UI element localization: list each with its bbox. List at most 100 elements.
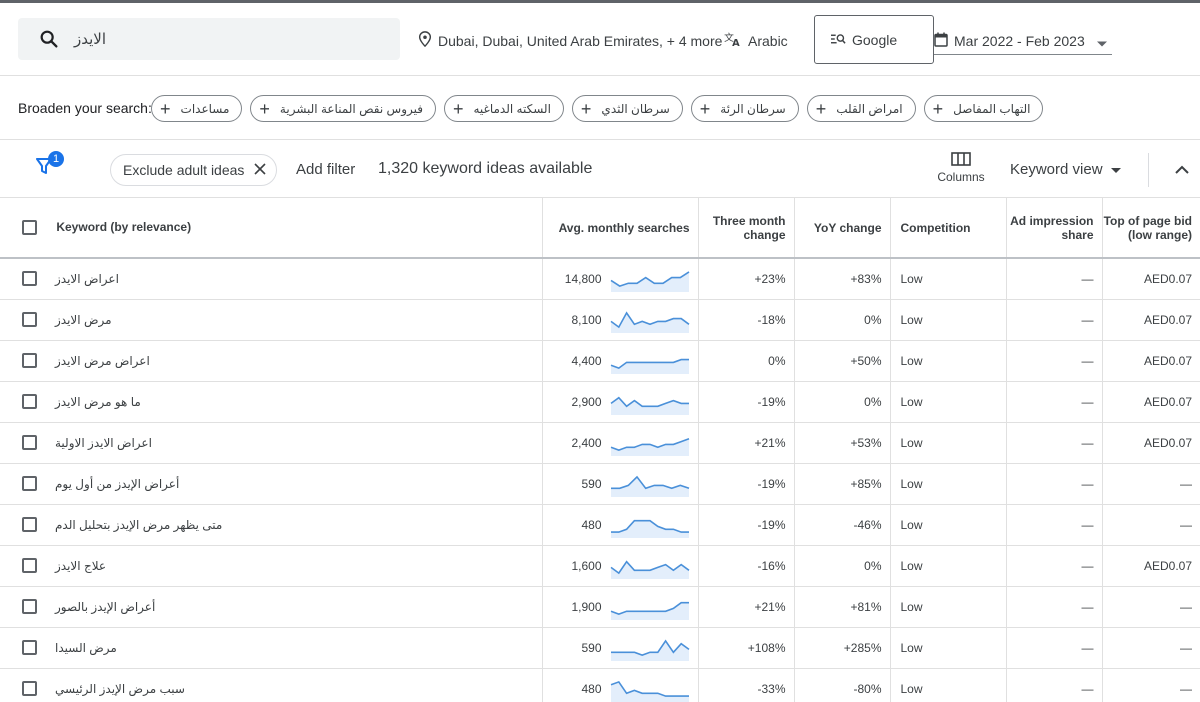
language-selector[interactable]: 文A Arabic bbox=[724, 31, 788, 50]
impression-header[interactable]: Ad impression share bbox=[1005, 198, 1102, 258]
row-checkbox[interactable] bbox=[22, 353, 37, 369]
sparkline-area bbox=[610, 681, 689, 702]
date-range-selector[interactable]: Mar 2022 - Feb 2023 bbox=[934, 27, 1112, 55]
table-row[interactable]: علاج الايدز 1,600 -16% 0% Low — AED0.07 bbox=[0, 545, 1200, 586]
searches-value: 1,900 bbox=[571, 599, 602, 614]
table-header-row: Keyword (by relevance) Avg. monthly sear… bbox=[0, 198, 1200, 258]
table-row[interactable]: مرض السيدا 590 +108% +285% Low — — bbox=[0, 627, 1200, 668]
impression-cell: — bbox=[1005, 627, 1102, 668]
searches-cell: 14,800 bbox=[541, 258, 698, 299]
row-checkbox[interactable] bbox=[22, 599, 37, 615]
table-row[interactable]: سبب مرض الإيدز الرئيسي 480 -33% -80% Low — — bbox=[0, 668, 1200, 702]
search-engine-selector[interactable]: Google bbox=[814, 15, 934, 64]
keyword-cell: علاج الايدز bbox=[0, 545, 542, 586]
bid-cell: — bbox=[1101, 463, 1200, 504]
row-checkbox[interactable] bbox=[22, 640, 37, 656]
keyword-ideas-table: Keyword (by relevance) Avg. monthly sear… bbox=[0, 198, 1200, 702]
row-checkbox[interactable] bbox=[22, 394, 37, 410]
three-month-cell: 0% bbox=[697, 340, 794, 381]
three-month-cell: -19% bbox=[697, 381, 794, 422]
keyword-text: متى يظهر مرض الإيدز بتحليل الدم bbox=[55, 517, 223, 532]
searches-value: 8,100 bbox=[571, 312, 602, 327]
date-range-text: Mar 2022 - Feb 2023 bbox=[954, 32, 1085, 49]
searches-value: 14,800 bbox=[564, 271, 602, 286]
select-all-checkbox[interactable] bbox=[22, 220, 37, 236]
impression-cell: — bbox=[1005, 586, 1102, 627]
broaden-chip[interactable]: + مساعدات bbox=[151, 95, 243, 122]
plus-icon: + bbox=[160, 98, 171, 119]
bid-cell: — bbox=[1101, 586, 1200, 627]
table-row[interactable]: مرض الايدز 8,100 -18% 0% Low — AED0.07 bbox=[0, 299, 1200, 340]
searches-header[interactable]: Avg. monthly searches bbox=[541, 198, 698, 258]
keyword-cell: مرض السيدا bbox=[0, 627, 542, 668]
three-month-cell: -33% bbox=[697, 668, 794, 702]
three-month-cell: -19% bbox=[697, 463, 794, 504]
close-icon[interactable] bbox=[254, 162, 266, 178]
broaden-chip[interactable]: + سرطان الرئة bbox=[690, 95, 799, 122]
chevron-up-icon[interactable] bbox=[1175, 161, 1189, 179]
bid-header[interactable]: Top of page bid (low range) bbox=[1101, 198, 1200, 258]
chip-label: امراض القلب bbox=[836, 101, 903, 116]
searches-cell: 1,600 bbox=[541, 545, 698, 586]
keyword-cell: اعراض الايدز الاولية bbox=[0, 422, 542, 463]
searches-cell: 2,900 bbox=[541, 381, 698, 422]
columns-button[interactable]: Columns bbox=[934, 151, 988, 184]
sparkline-area bbox=[610, 438, 689, 456]
three-month-header[interactable]: Three month change bbox=[697, 198, 794, 258]
broaden-chip[interactable]: + السكته الدماغيه bbox=[443, 95, 564, 122]
columns-label: Columns bbox=[937, 170, 985, 184]
three-month-cell: +21% bbox=[697, 586, 794, 627]
location-text: Dubai, Dubai, United Arab Emirates, + 4 … bbox=[438, 32, 723, 49]
competition-header[interactable]: Competition bbox=[889, 198, 1006, 258]
row-checkbox[interactable] bbox=[22, 312, 37, 328]
yoy-cell: +285% bbox=[793, 627, 890, 668]
yoy-header[interactable]: YoY change bbox=[793, 198, 890, 258]
exclude-adult-chip[interactable]: Exclude adult ideas bbox=[110, 154, 278, 186]
plus-icon: + bbox=[259, 98, 270, 119]
three-month-cell: -19% bbox=[697, 504, 794, 545]
impression-cell: — bbox=[1005, 422, 1102, 463]
row-checkbox[interactable] bbox=[22, 435, 37, 451]
add-filter-button[interactable]: Add filter bbox=[296, 161, 355, 178]
bid-cell: AED0.07 bbox=[1101, 381, 1200, 422]
plus-icon: + bbox=[452, 98, 464, 119]
row-checkbox[interactable] bbox=[22, 271, 37, 287]
chip-label: فيروس نقص المناعة البشرية bbox=[279, 101, 423, 116]
trend-sparkline bbox=[610, 638, 689, 661]
row-checkbox[interactable] bbox=[22, 476, 37, 492]
broaden-chip[interactable]: + التهاب المفاصل bbox=[923, 95, 1044, 122]
table-row[interactable]: متى يظهر مرض الإيدز بتحليل الدم 480 -19% -4… bbox=[0, 504, 1200, 545]
broaden-chip[interactable]: + امراض القلب bbox=[806, 95, 916, 122]
row-checkbox[interactable] bbox=[22, 517, 37, 533]
searches-cell: 480 bbox=[541, 504, 698, 545]
table-row[interactable]: أعراض الإيدز من أول يوم 590 -19% +85% Low — — bbox=[0, 463, 1200, 504]
searches-value: 2,900 bbox=[571, 394, 602, 409]
table-row[interactable]: ما هو مرض الايدز 2,900 -19% 0% Low — AED0.07 bbox=[0, 381, 1200, 422]
keyword-cell: ما هو مرض الايدز bbox=[0, 381, 542, 422]
searches-cell: 480 bbox=[541, 668, 698, 702]
top-bar: الايدز Dubai, Dubai, United Arab Emirate… bbox=[0, 3, 1200, 76]
plus-icon: + bbox=[699, 98, 711, 119]
keyword-search-box[interactable]: الايدز bbox=[18, 18, 400, 60]
trend-sparkline bbox=[610, 437, 689, 456]
location-selector[interactable]: Dubai, Dubai, United Arab Emirates, + 4 … bbox=[418, 31, 722, 50]
keyword-view-dropdown[interactable]: Keyword view bbox=[1010, 161, 1121, 178]
chip-label: السكته الدماغيه bbox=[473, 101, 551, 116]
competition-cell: Low bbox=[889, 422, 1006, 463]
broaden-chip[interactable]: + سرطان الثدي bbox=[571, 95, 683, 122]
row-checkbox[interactable] bbox=[22, 558, 37, 574]
table-row[interactable]: اعراض الايدز الاولية 2,400 +21% +53% Low — AED… bbox=[0, 422, 1200, 463]
three-month-cell: +21% bbox=[697, 422, 794, 463]
three-month-cell: -18% bbox=[697, 299, 794, 340]
trend-sparkline bbox=[610, 358, 689, 374]
table-row[interactable]: اعراض مرض الايدز 4,400 0% +50% Low — AED0.07 bbox=[0, 340, 1200, 381]
table-row[interactable]: أعراض الإيدز بالصور 1,900 +21% +81% Low — — bbox=[0, 586, 1200, 627]
search-input[interactable]: الايدز bbox=[74, 30, 106, 48]
competition-cell: Low bbox=[889, 668, 1006, 702]
broaden-chip[interactable]: + فيروس نقص المناعة البشرية bbox=[250, 95, 436, 122]
broaden-label: Broaden your search: bbox=[18, 100, 152, 116]
competition-cell: Low bbox=[889, 258, 1006, 299]
keyword-header[interactable]: Keyword (by relevance) bbox=[0, 198, 542, 258]
table-row[interactable]: اعراض الايدز 14,800 +23% +83% Low — AED0.07 bbox=[0, 258, 1200, 299]
row-checkbox[interactable] bbox=[22, 681, 37, 697]
